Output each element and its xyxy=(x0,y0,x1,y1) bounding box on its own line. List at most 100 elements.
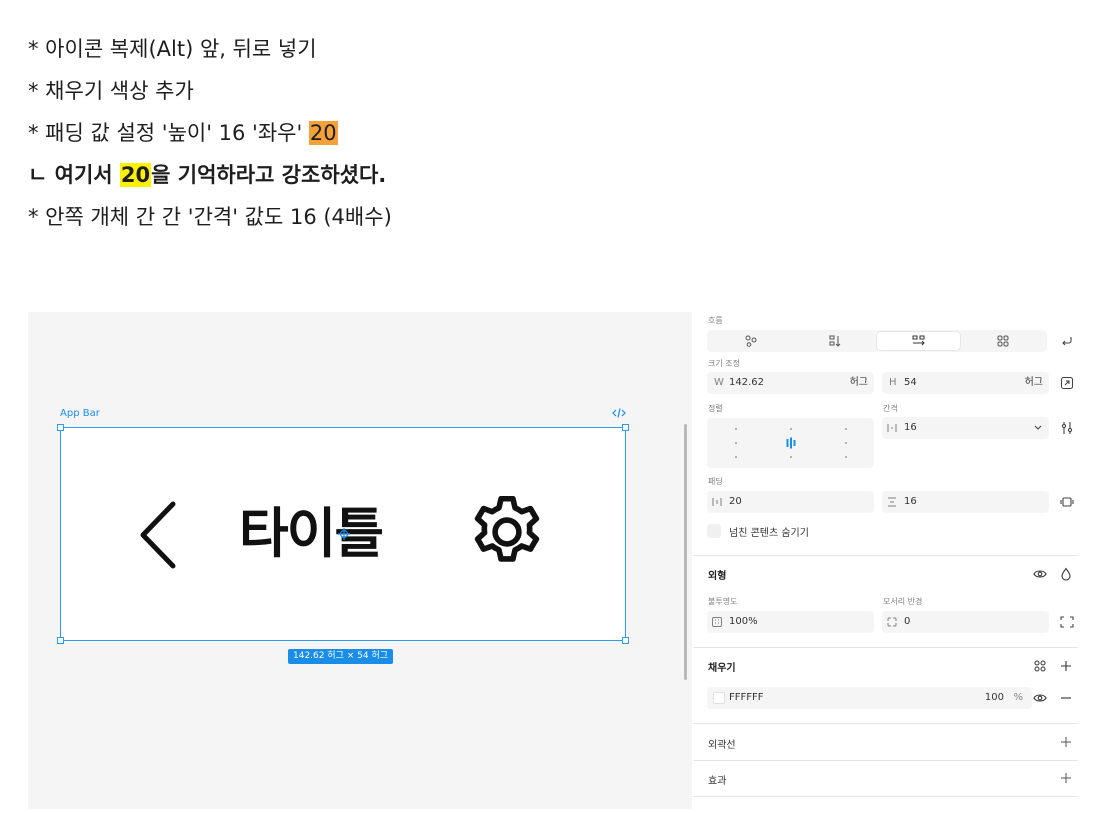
padding-vertical-icon xyxy=(888,497,896,507)
resize-handle-top-right[interactable] xyxy=(622,424,629,431)
align-dot[interactable] xyxy=(735,428,737,430)
align-center-icon[interactable] xyxy=(785,437,797,449)
resize-to-fit-icon[interactable] xyxy=(1060,376,1074,390)
align-dot[interactable] xyxy=(735,442,737,444)
gap-label: 간격 xyxy=(883,404,898,413)
fill-color-field[interactable]: FFFFFF 100 % xyxy=(707,687,1032,709)
fill-hex-value[interactable]: FFFFFF xyxy=(729,687,764,709)
height-mode[interactable]: 허그 xyxy=(1025,372,1043,394)
frame-title-text[interactable]: 타이틀 xyxy=(239,496,384,572)
align-dot[interactable] xyxy=(735,456,737,458)
note-line-1: * 아이콘 복제(Alt) 앞, 뒤로 넣기 xyxy=(28,37,317,61)
gap-field[interactable]: 16 xyxy=(882,417,1049,439)
radius-label: 모서리 반경 xyxy=(883,597,923,606)
fill-title: 채우기 xyxy=(708,663,736,674)
padding-horizontal-field[interactable]: 20 xyxy=(707,491,874,513)
section-divider xyxy=(693,647,1078,648)
chevron-left-icon[interactable] xyxy=(137,500,181,570)
align-dot[interactable] xyxy=(845,442,847,444)
width-key: W xyxy=(714,377,724,388)
canvas-scrollbar[interactable] xyxy=(684,424,687,680)
frame-label[interactable]: App Bar xyxy=(60,408,100,419)
flow-free-form-button[interactable] xyxy=(709,332,792,350)
section-divider xyxy=(693,760,1078,761)
section-divider xyxy=(693,555,1078,556)
section-divider xyxy=(693,723,1078,724)
resize-handle-bottom-left[interactable] xyxy=(57,637,64,644)
plus-icon[interactable] xyxy=(1059,771,1073,785)
flow-segmented-control xyxy=(707,330,1047,352)
plus-icon[interactable] xyxy=(1059,735,1073,749)
fill-opacity-value[interactable]: 100 xyxy=(985,687,1004,709)
horizontal-icon xyxy=(912,335,925,346)
app-bar-frame[interactable]: 타이틀 xyxy=(57,424,629,644)
note-line-2: * 채우기 색상 추가 xyxy=(28,79,194,103)
styles-grid-icon[interactable] xyxy=(1033,659,1047,673)
gear-icon[interactable] xyxy=(465,490,549,574)
flow-label: 흐름 xyxy=(708,316,723,325)
layout-settings-icon[interactable] xyxy=(1060,421,1074,435)
eye-icon[interactable] xyxy=(1033,691,1047,705)
vertical-icon xyxy=(829,335,840,347)
clip-content-checkbox[interactable] xyxy=(707,524,721,538)
note-line-4-prefix: ㄴ 여기서 xyxy=(28,163,120,187)
flow-grid-button[interactable] xyxy=(961,332,1044,350)
width-field[interactable]: W 142.62 허그 xyxy=(707,372,874,394)
padding-horizontal-icon xyxy=(712,498,722,506)
section-divider xyxy=(693,796,1078,797)
width-mode[interactable]: 허그 xyxy=(850,372,868,394)
wrap-icon[interactable] xyxy=(1060,334,1074,348)
height-field[interactable]: H 54 허그 xyxy=(882,372,1049,394)
opacity-icon xyxy=(712,617,722,627)
align-dot[interactable] xyxy=(790,428,792,430)
eye-icon[interactable] xyxy=(1033,567,1047,581)
radius-value: 0 xyxy=(904,616,911,627)
radius-field[interactable]: 0 xyxy=(882,611,1049,633)
crosshair-icon xyxy=(338,528,350,540)
free-form-icon xyxy=(745,335,756,347)
size-badge: 142.62 허그 × 54 허그 xyxy=(288,649,394,664)
alignment-grid[interactable] xyxy=(707,418,874,468)
align-dot[interactable] xyxy=(790,456,792,458)
note-line-3-text: * 패딩 값 설정 '높이' 16 '좌우' xyxy=(28,121,309,145)
individual-padding-icon[interactable] xyxy=(1060,495,1074,509)
resize-label: 크기 조정 xyxy=(708,359,740,368)
note-highlight-orange: 20 xyxy=(308,121,338,145)
align-dot[interactable] xyxy=(845,428,847,430)
height-key: H xyxy=(889,377,897,388)
properties-panel: 흐름 크기 조정 W 142.62 허그 H 54 허그 정렬 간격 16 패딩… xyxy=(693,312,1098,813)
fill-color-swatch[interactable] xyxy=(713,692,725,704)
opacity-value: 100% xyxy=(729,616,758,627)
gap-icon xyxy=(887,424,897,432)
note-line-4-suffix: 을 기억하라고 강조하셨다. xyxy=(151,163,387,187)
flow-vertical-button[interactable] xyxy=(793,332,876,350)
padding-label: 패딩 xyxy=(708,477,723,486)
note-line-4: ㄴ 여기서 20을 기억하라고 강조하셨다. xyxy=(28,159,1068,201)
notes-block: * 아이콘 복제(Alt) 앞, 뒤로 넣기 * 채우기 색상 추가 * 패딩 … xyxy=(28,33,1068,243)
resize-handle-top-left[interactable] xyxy=(57,424,64,431)
code-icon[interactable] xyxy=(612,407,626,419)
independent-corners-icon[interactable] xyxy=(1060,615,1074,629)
stroke-title: 외곽선 xyxy=(708,740,736,751)
gap-value: 16 xyxy=(904,422,917,433)
appearance-title: 외형 xyxy=(708,571,727,582)
note-line-3: * 패딩 값 설정 '높이' 16 '좌우' 20 xyxy=(28,117,1068,159)
width-value: 142.62 xyxy=(729,377,764,388)
drop-icon[interactable] xyxy=(1059,567,1073,581)
plus-icon[interactable] xyxy=(1059,659,1073,673)
padding-vertical-field[interactable]: 16 xyxy=(882,491,1049,513)
minus-icon[interactable] xyxy=(1059,691,1073,705)
clip-content-label[interactable]: 넘친 콘텐츠 숨기기 xyxy=(729,524,809,539)
resize-handle-bottom-right[interactable] xyxy=(622,637,629,644)
opacity-field[interactable]: 100% xyxy=(707,611,874,633)
padding-horizontal-value: 20 xyxy=(729,496,742,507)
design-canvas[interactable]: App Bar 타이틀 142.62 허그 × 54 허그 xyxy=(28,312,692,809)
corner-radius-icon xyxy=(887,617,897,627)
effects-title: 효과 xyxy=(708,776,727,787)
flow-horizontal-button[interactable] xyxy=(877,332,960,350)
align-dot[interactable] xyxy=(845,456,847,458)
fill-opacity-unit: % xyxy=(1013,692,1023,703)
grid-icon xyxy=(997,335,1008,347)
padding-vertical-value: 16 xyxy=(904,496,917,507)
chevron-down-icon[interactable] xyxy=(1034,425,1042,431)
